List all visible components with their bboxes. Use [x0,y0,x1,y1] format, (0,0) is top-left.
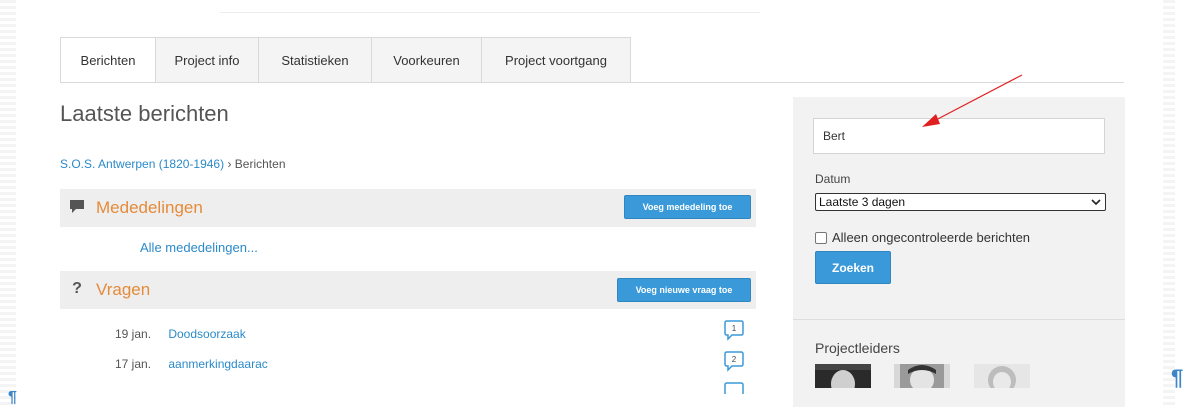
avatar[interactable] [815,364,871,388]
all-announcements-link[interactable]: Alle mededelingen... [140,240,258,255]
questions-title: Vragen [96,280,151,299]
svg-text:2: 2 [732,355,737,364]
tab-berichten[interactable]: Berichten [60,37,156,83]
tab-bar: Berichten Project info Statistieken Voor… [60,37,631,83]
comment-bubble-icon: 2 [724,351,744,372]
panel-divider [793,319,1125,320]
add-announcement-button[interactable]: Voeg mededeling toe [624,195,751,219]
tab-statistieken[interactable]: Statistieken [259,37,372,83]
reply-count-bubble[interactable]: 1 [724,320,744,341]
avatar[interactable] [894,364,950,388]
question-mark-icon: ? [72,280,82,297]
annotation-arrow [922,74,1023,127]
question-date: 19 jan. [115,327,152,341]
datum-selected-value: Laatste 3 dagen [819,195,906,209]
tab-project-voortgang[interactable]: Project voortgang [482,37,631,83]
project-leaders-title: Projectleiders [815,340,900,356]
page-title: Laatste berichten [60,101,229,126]
chevron-down-icon [1091,195,1101,212]
search-button[interactable]: Zoeken [815,251,891,284]
reply-count-bubble[interactable]: 2 [724,351,744,372]
breadcrumb-separator: › [227,157,232,171]
unchecked-only-label: Alleen ongecontroleerde berichten [832,230,1031,245]
paragraph-mark-icon: ¶ [1171,365,1184,390]
avatar[interactable] [974,364,1030,388]
breadcrumb-current: Berichten [234,157,286,171]
breadcrumb-project-link[interactable]: S.O.S. Antwerpen (1820-1946) [60,157,224,171]
speech-bubble-icon [68,198,86,216]
unchecked-only-option: Alleen ongecontroleerde berichten [815,230,1030,245]
datum-label: Datum [815,172,851,186]
question-link[interactable]: aanmerkingdaarac [168,357,267,371]
svg-text:1: 1 [732,324,737,333]
comment-bubble-icon: 1 [724,320,744,341]
page-edge-left [0,0,16,407]
reply-count-bubble[interactable] [724,381,744,394]
add-question-button[interactable]: Voeg nieuwe vraag toe [617,278,751,302]
tab-voorkeuren[interactable]: Voorkeuren [372,37,482,83]
paragraph-mark-icon: ¶ [8,389,17,406]
list-item: 17 jan. aanmerkingdaarac [115,357,268,371]
comment-bubble-icon [724,382,744,394]
tab-project-info[interactable]: Project info [156,37,259,83]
datum-select[interactable]: Laatste 3 dagen [815,193,1106,211]
unchecked-only-checkbox[interactable] [815,231,827,244]
question-date: 17 jan. [115,357,152,371]
top-rule [220,12,760,13]
list-item: 19 jan. Doodsoorzaak [115,327,246,341]
question-link[interactable]: Doodsoorzaak [168,327,245,341]
page-edge-right [1163,0,1175,407]
announcements-title: Mededelingen [96,198,203,217]
breadcrumb: S.O.S. Antwerpen (1820-1946) › Berichten [60,157,286,171]
